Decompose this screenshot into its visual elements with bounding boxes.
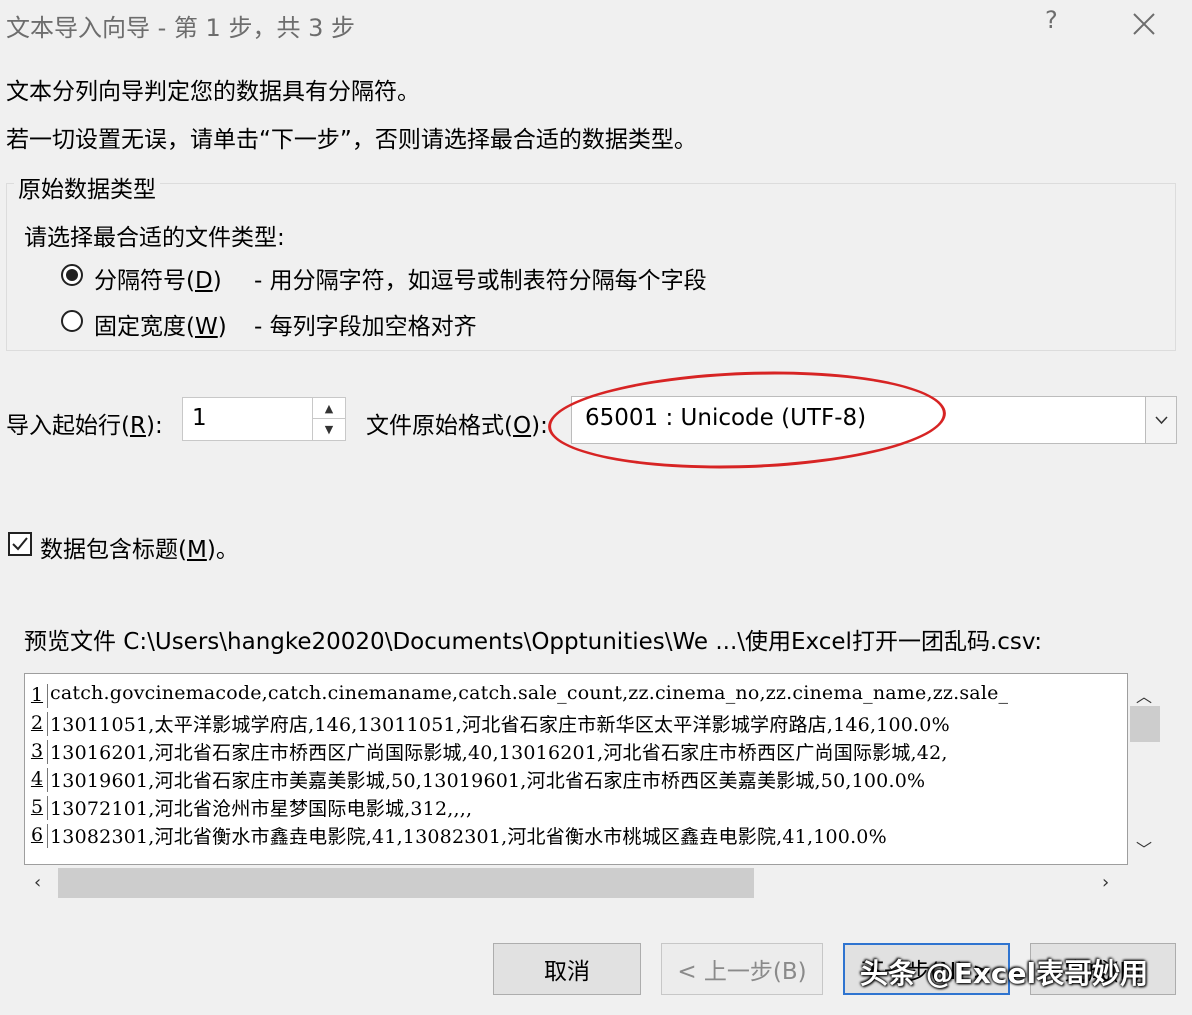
data-type-prompt: 请选择最合适的文件类型:: [24, 225, 285, 251]
triangle-up-icon: ▲: [324, 401, 334, 415]
scroll-down-icon[interactable]: ﹀: [1136, 836, 1152, 860]
cancel-button[interactable]: 取消: [493, 943, 641, 995]
radio-delimited[interactable]: [61, 264, 83, 286]
spin-down-button[interactable]: ▼: [312, 419, 345, 440]
row-text: 13082301,河北省衡水市鑫垚电影院,41,13082301,河北省衡水市桃…: [50, 826, 887, 848]
radio-fixed-width[interactable]: [61, 310, 83, 332]
back-button[interactable]: < 上一步(B): [661, 943, 823, 995]
scroll-right-icon[interactable]: ›: [1102, 872, 1109, 893]
spin-up-button[interactable]: ▲: [312, 398, 345, 419]
table-row: 2 13011051,太平洋影城学府店,146,13011051,河北省石家庄市新…: [25, 708, 1127, 736]
close-icon: [1133, 13, 1155, 35]
vertical-scroll-thumb[interactable]: [1130, 706, 1160, 742]
radio-delimited-desc: - 用分隔字符，如逗号或制表符分隔每个字段: [254, 268, 707, 294]
help-button[interactable]: ?: [1045, 6, 1058, 34]
file-origin-label: 文件原始格式(O):: [366, 413, 548, 439]
row-text: 13019601,河北省石家庄市美嘉美影城,50,13019601,河北省石家庄…: [50, 770, 926, 792]
row-number: 3: [27, 740, 48, 764]
radio-delimited-label[interactable]: 分隔符号(D): [94, 261, 222, 295]
header-checkbox-label[interactable]: 数据包含标题(M)。: [40, 530, 239, 564]
row-number: 6: [27, 824, 48, 848]
table-row: 1 catch.govcinemacode,catch.cinemaname,ca…: [25, 680, 1127, 708]
triangle-down-icon: ▼: [324, 423, 334, 436]
radio-fixed-width-desc: - 每列字段加空格对齐: [254, 314, 477, 340]
table-row: 5 13072101,河北省沧州市星梦国际电影城,312,,,,: [25, 792, 1127, 820]
row-number: 2: [27, 712, 48, 736]
intro-line-2: 若一切设置无误，请单击“下一步”，否则请选择最合适的数据类型。: [6, 127, 697, 153]
chevron-down-icon: [1155, 416, 1168, 425]
row-number: 1: [27, 684, 48, 708]
header-checkbox[interactable]: [8, 532, 32, 556]
preview-label: 预览文件 C:\Users\hangke20020\Documents\Oppt…: [24, 629, 1042, 655]
table-row: 3 13016201,河北省石家庄市桥西区广尚国际影城,40,13016201,河…: [25, 736, 1127, 764]
data-type-legend: 原始数据类型: [14, 170, 160, 204]
table-row: 4 13019601,河北省石家庄市美嘉美影城,50,13019601,河北省石家…: [25, 764, 1127, 792]
radio-fixed-width-label[interactable]: 固定宽度(W): [94, 307, 227, 341]
file-origin-value[interactable]: 65001 : Unicode (UTF-8): [585, 405, 866, 431]
row-text: 13016201,河北省石家庄市桥西区广尚国际影城,40,13016201,河北…: [50, 742, 948, 764]
scroll-up-icon[interactable]: ︿: [1136, 683, 1152, 707]
scroll-left-icon[interactable]: ‹: [34, 872, 41, 893]
start-row-label: 导入起始行(R):: [6, 413, 163, 439]
row-number: 5: [27, 796, 48, 820]
intro-line-1: 文本分列向导判定您的数据具有分隔符。: [6, 79, 420, 105]
watermark: 头条 @Excel表哥妙用: [860, 957, 1149, 990]
horizontal-scroll-thumb[interactable]: [58, 868, 754, 898]
row-text: 13072101,河北省沧州市星梦国际电影城,312,,,,: [50, 798, 473, 820]
file-origin-dropdown-button[interactable]: [1145, 397, 1176, 443]
window-title: 文本导入向导 - 第 1 步，共 3 步: [6, 14, 355, 42]
row-text: catch.govcinemacode,catch.cinemaname,cat…: [50, 682, 1009, 704]
row-number: 4: [27, 768, 48, 792]
row-text: 13011051,太平洋影城学府店,146,13011051,河北省石家庄市新华…: [50, 714, 950, 736]
start-row-spin-buttons: ▲ ▼: [312, 398, 345, 440]
preview-pane[interactable]: 1 catch.govcinemacode,catch.cinemaname,ca…: [24, 673, 1128, 865]
start-row-input[interactable]: 1: [192, 405, 207, 431]
table-row: 6 13082301,河北省衡水市鑫垚电影院,41,13082301,河北省衡水市…: [25, 820, 1127, 848]
checkmark-icon: [12, 537, 28, 551]
close-button[interactable]: [1128, 8, 1160, 40]
